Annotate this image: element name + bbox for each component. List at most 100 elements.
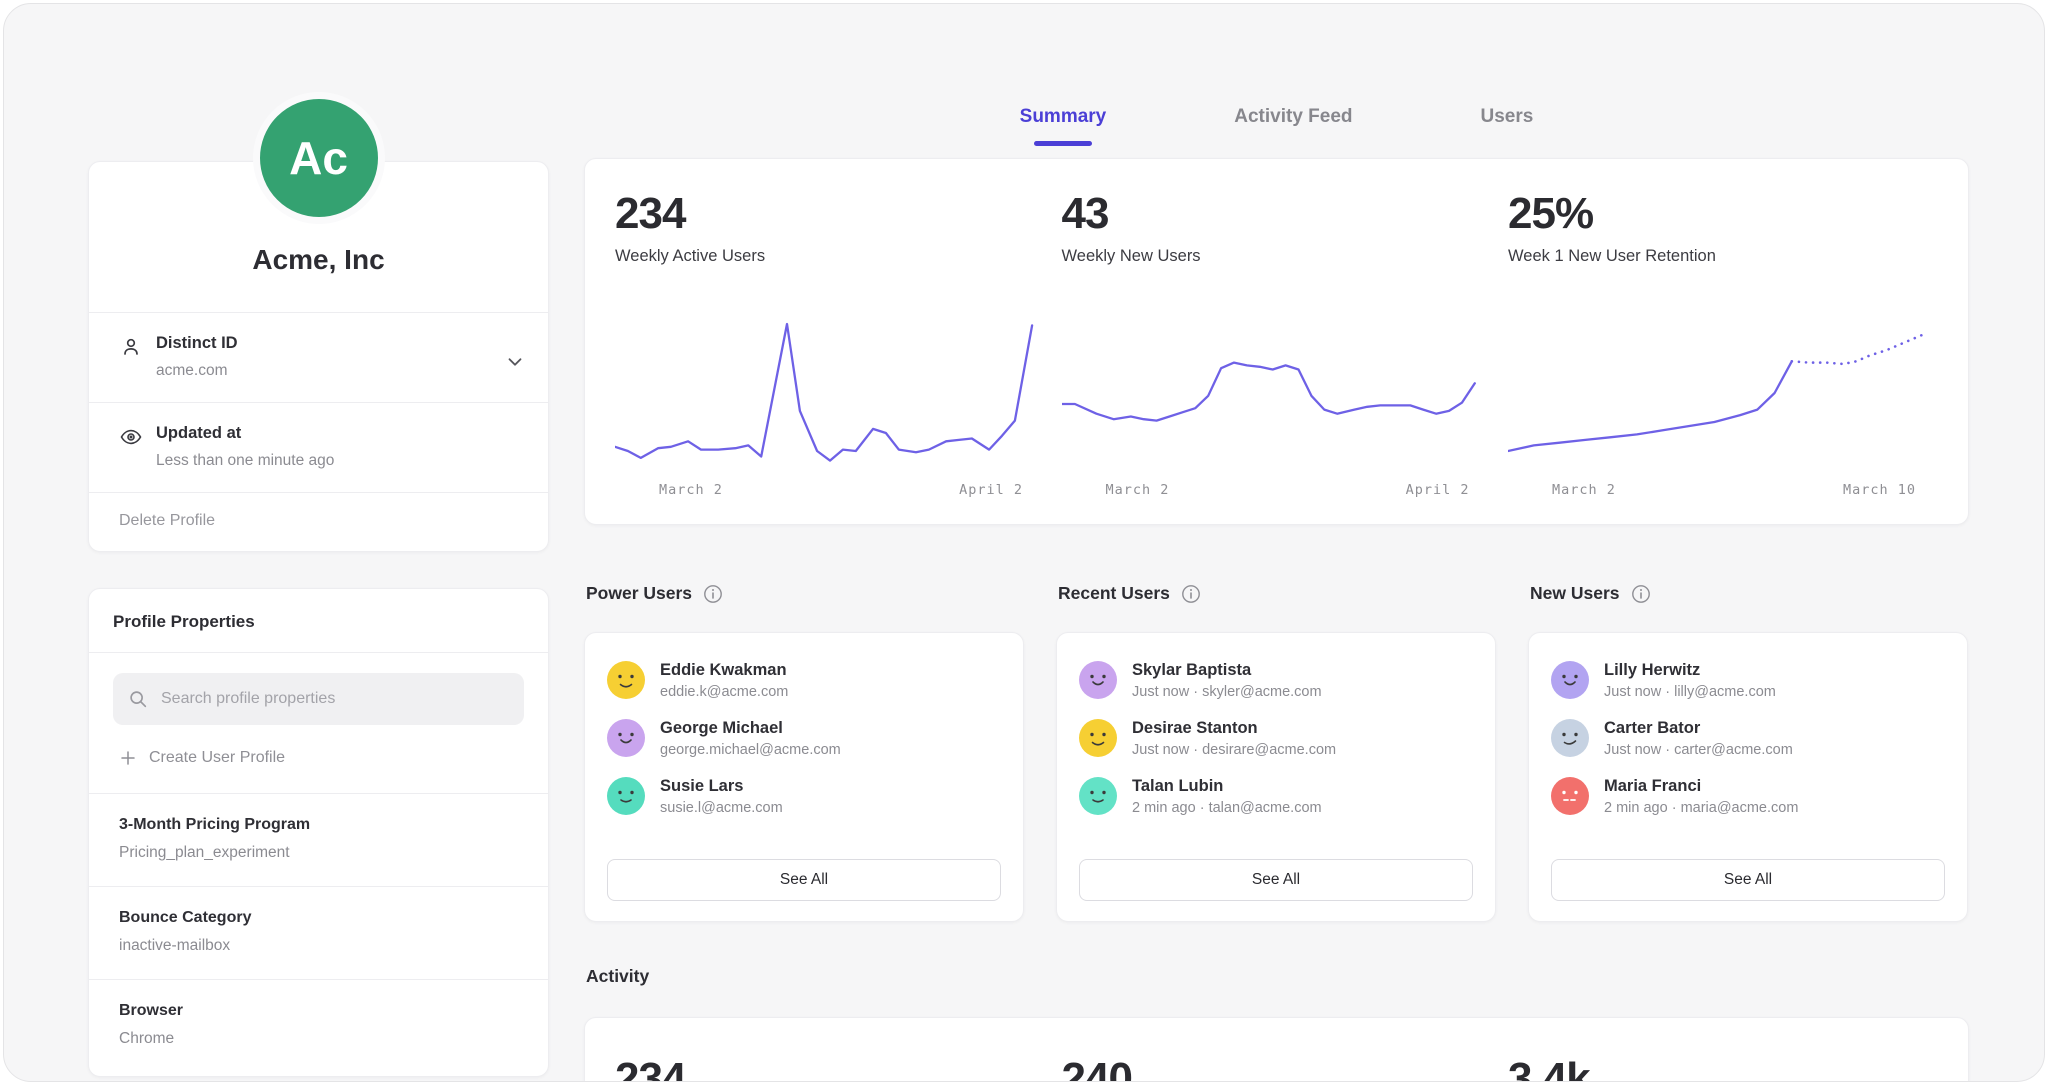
- recent-users-section: Recent Users Skylar Baptista Just now ·: [1056, 583, 1496, 922]
- x-axis-labels: March 2 April 2: [1062, 482, 1492, 498]
- user-name: Maria Franci: [1604, 777, 1798, 796]
- stat-value: 25%: [1508, 189, 1938, 239]
- search-icon: [127, 688, 149, 710]
- avatar: [1551, 719, 1589, 757]
- avatar: [1551, 661, 1589, 699]
- sparkline-chart: [1508, 318, 1938, 468]
- avatar-face: [607, 661, 645, 699]
- info-icon[interactable]: [1181, 584, 1201, 604]
- x-tick-start: March 2: [1552, 482, 1616, 498]
- activity-stat-value: 3.4k: [1508, 1054, 1938, 1082]
- user-name: Skylar Baptista: [1132, 661, 1322, 680]
- see-all-button[interactable]: See All: [1551, 859, 1945, 901]
- user-subtitle: Just now · skyler@acme.com: [1132, 684, 1322, 700]
- sparkline-chart: [1062, 318, 1492, 468]
- see-all-button[interactable]: See All: [607, 859, 1001, 901]
- tab-label: Activity Feed: [1234, 106, 1352, 127]
- avatar: [1079, 777, 1117, 815]
- property-name: Bounce Category: [119, 909, 524, 927]
- user-name: Susie Lars: [660, 777, 783, 796]
- user-name: Talan Lubin: [1132, 777, 1322, 796]
- property-name: 3-Month Pricing Program: [119, 816, 524, 834]
- user-row[interactable]: Carter Bator Just now · carter@acme.com: [1551, 719, 1945, 758]
- x-axis-labels: March 2 March 10: [1508, 482, 1938, 498]
- user-row[interactable]: Eddie Kwakman eddie.k@acme.com: [607, 661, 1001, 700]
- avatar-face: [1079, 661, 1117, 699]
- property-value: Chrome: [119, 1030, 524, 1048]
- power-users-card: Eddie Kwakman eddie.k@acme.com George Mi…: [584, 632, 1024, 922]
- avatar-face: [1079, 777, 1117, 815]
- x-tick-end: April 2: [959, 482, 1023, 498]
- search-wrap: [89, 652, 548, 725]
- user-sections: Power Users Eddie Kwakman eddie.k@acme.c: [584, 583, 1969, 922]
- property-value: Pricing_plan_experiment: [119, 844, 524, 862]
- info-icon[interactable]: [1631, 584, 1651, 604]
- tab-summary[interactable]: Summary: [1020, 106, 1107, 142]
- avatar: [1079, 719, 1117, 757]
- x-tick-end: April 2: [1406, 482, 1470, 498]
- user-row[interactable]: George Michael george.michael@acme.com: [607, 719, 1001, 758]
- user-row[interactable]: Skylar Baptista Just now · skyler@acme.c…: [1079, 661, 1473, 700]
- stat-label: Weekly Active Users: [615, 247, 1045, 266]
- user-subtitle: eddie.k@acme.com: [660, 684, 788, 700]
- field-label: Distinct ID: [156, 334, 238, 353]
- person-icon: [119, 335, 143, 359]
- stat-label: Weekly New Users: [1062, 247, 1492, 266]
- profile-properties-title: Profile Properties: [89, 589, 548, 652]
- avatar-face: [1551, 661, 1589, 699]
- create-user-profile-label: Create User Profile: [149, 749, 285, 767]
- profile-properties-card: Profile Properties Create User Profile 3…: [88, 588, 549, 1077]
- user-subtitle: 2 min ago · talan@acme.com: [1132, 800, 1322, 816]
- see-all-button[interactable]: See All: [1079, 859, 1473, 901]
- user-name: Eddie Kwakman: [660, 661, 788, 680]
- user-row[interactable]: Lilly Herwitz Just now · lilly@acme.com: [1551, 661, 1945, 700]
- stat-value: 234: [615, 189, 1045, 239]
- new-users-card: Lilly Herwitz Just now · lilly@acme.com …: [1528, 632, 1968, 922]
- recent-users-card: Skylar Baptista Just now · skyler@acme.c…: [1056, 632, 1496, 922]
- section-title: Power Users: [586, 583, 692, 604]
- user-subtitle: Just now · desirare@acme.com: [1132, 742, 1336, 758]
- user-name: Desirae Stanton: [1132, 719, 1336, 738]
- activity-stat-value: 240: [1062, 1054, 1492, 1082]
- search-input[interactable]: [113, 673, 524, 725]
- user-row[interactable]: Talan Lubin 2 min ago · talan@acme.com: [1079, 777, 1473, 816]
- company-initials: Ac: [289, 131, 348, 185]
- sparkline-chart: [615, 318, 1045, 468]
- x-tick-start: March 2: [1106, 482, 1170, 498]
- create-user-profile-button[interactable]: Create User Profile: [89, 725, 548, 793]
- field-label: Updated at: [156, 424, 334, 443]
- avatar: [607, 777, 645, 815]
- user-name: Lilly Herwitz: [1604, 661, 1776, 680]
- info-icon[interactable]: [703, 584, 723, 604]
- stat-weekly-active-users: 234 Weekly Active Users March 2 April 2: [615, 189, 1045, 498]
- summary-stats-card: 234 Weekly Active Users March 2 April 2 …: [584, 158, 1969, 525]
- tab-users[interactable]: Users: [1481, 106, 1534, 142]
- tab-label: Summary: [1020, 106, 1107, 127]
- avatar: [1079, 661, 1117, 699]
- company-avatar: Ac: [253, 92, 385, 224]
- activity-section-title: Activity: [584, 966, 1969, 987]
- property-row[interactable]: 3-Month Pricing Program Pricing_plan_exp…: [89, 793, 548, 886]
- property-row[interactable]: Browser Chrome: [89, 979, 548, 1072]
- avatar: [1551, 777, 1589, 815]
- tab-bar: Summary Activity Feed Users: [584, 106, 1969, 142]
- x-axis-labels: March 2 April 2: [615, 482, 1045, 498]
- chevron-down-icon[interactable]: [504, 351, 526, 373]
- activity-stat-value: 234: [615, 1054, 1045, 1082]
- user-subtitle: 2 min ago · maria@acme.com: [1604, 800, 1798, 816]
- property-row[interactable]: Bounce Category inactive-mailbox: [89, 886, 548, 979]
- avatar-face: [607, 777, 645, 815]
- user-row[interactable]: Maria Franci 2 min ago · maria@acme.com: [1551, 777, 1945, 816]
- user-row[interactable]: Desirae Stanton Just now · desirare@acme…: [1079, 719, 1473, 758]
- new-users-section: New Users Lilly Herwitz Just now · lilly: [1528, 583, 1968, 922]
- user-row[interactable]: Susie Lars susie.l@acme.com: [607, 777, 1001, 816]
- stat-value: 43: [1062, 189, 1492, 239]
- tab-activity-feed[interactable]: Activity Feed: [1234, 106, 1352, 142]
- avatar-face: [607, 719, 645, 757]
- profile-sidebar: Ac Acme, Inc Distinct ID acme.com: [88, 4, 549, 1077]
- plus-icon: [119, 749, 137, 767]
- avatar-face: [1079, 719, 1117, 757]
- main-content: Summary Activity Feed Users 234 Weekly A…: [584, 4, 1969, 1082]
- delete-profile-button[interactable]: Delete Profile: [89, 492, 548, 551]
- power-users-section: Power Users Eddie Kwakman eddie.k@acme.c: [584, 583, 1024, 922]
